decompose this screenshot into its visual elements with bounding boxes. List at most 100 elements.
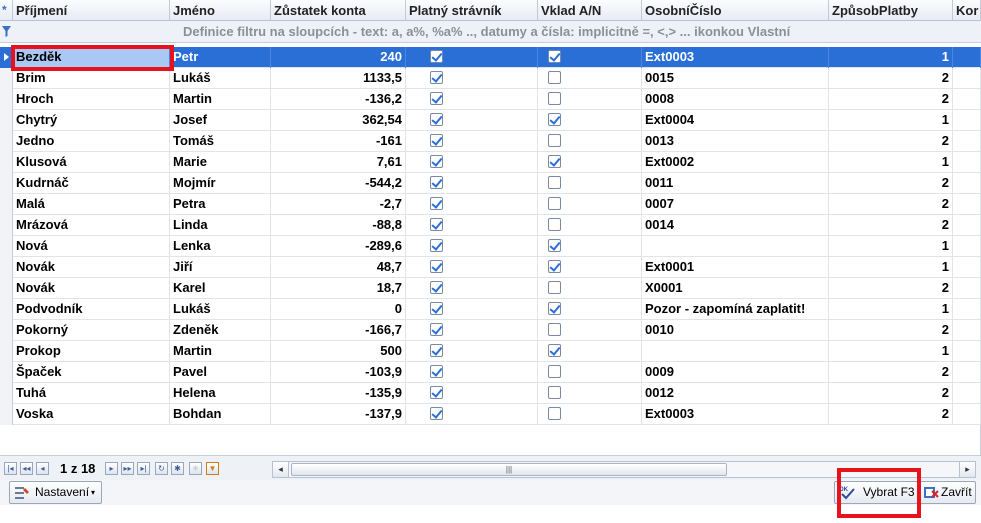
cell-platny-checkbox[interactable] <box>406 131 538 152</box>
cell-vklad-checkbox[interactable] <box>538 278 642 299</box>
cell-platny-checkbox[interactable] <box>406 173 538 194</box>
cell-prijmeni[interactable]: Voska <box>13 404 170 425</box>
checkbox[interactable] <box>430 260 443 273</box>
cell-vklad-checkbox[interactable] <box>538 215 642 236</box>
refresh-icon[interactable]: ↻ <box>155 462 168 475</box>
checkbox[interactable] <box>548 260 561 273</box>
new-record-icon[interactable]: ✱ <box>171 462 184 475</box>
cell-zpusob[interactable]: 2 <box>829 362 953 383</box>
cell-kor[interactable] <box>953 131 981 152</box>
settings-button[interactable]: Nastavení ▾ <box>9 481 102 504</box>
last-page-button[interactable]: ▸| <box>137 462 150 475</box>
cell-zpusob[interactable]: 1 <box>829 299 953 320</box>
table-row[interactable]: Bezděk Petr 240 Ext0003 1 <box>0 47 981 68</box>
filter-row[interactable]: Definice filtru na sloupcích - text: a, … <box>0 21 981 43</box>
cell-vklad-checkbox[interactable] <box>538 362 642 383</box>
table-row[interactable]: Brim Lukáš 1133,5 0015 2 <box>0 68 981 89</box>
cell-jmeno[interactable]: Josef <box>170 110 271 131</box>
cell-cislo[interactable]: 0008 <box>642 89 829 110</box>
cell-zpusob[interactable]: 2 <box>829 278 953 299</box>
checkbox[interactable] <box>430 176 443 189</box>
cell-zustatek[interactable]: -166,7 <box>271 320 406 341</box>
row-add-icon[interactable]: * <box>0 0 13 21</box>
cell-cislo[interactable] <box>642 236 829 257</box>
cell-prijmeni[interactable]: Kudrnáč <box>13 173 170 194</box>
table-row[interactable]: Špaček Pavel -103,9 0009 2 <box>0 362 981 383</box>
table-row[interactable]: Tuhá Helena -135,9 0012 2 <box>0 383 981 404</box>
cell-zustatek[interactable]: 7,61 <box>271 152 406 173</box>
cell-platny-checkbox[interactable] <box>406 236 538 257</box>
checkbox[interactable] <box>548 92 561 105</box>
cell-prijmeni[interactable]: Podvodník <box>13 299 170 320</box>
row-indicator[interactable] <box>0 110 13 131</box>
cell-kor[interactable] <box>953 68 981 89</box>
cell-jmeno[interactable]: Pavel <box>170 362 271 383</box>
cell-jmeno[interactable]: Linda <box>170 215 271 236</box>
cell-vklad-checkbox[interactable] <box>538 173 642 194</box>
cell-zustatek[interactable]: -289,6 <box>271 236 406 257</box>
cell-kor[interactable] <box>953 278 981 299</box>
checkbox[interactable] <box>548 344 561 357</box>
cell-prijmeni[interactable]: Hroch <box>13 89 170 110</box>
cell-kor[interactable] <box>953 320 981 341</box>
cell-vklad-checkbox[interactable] <box>538 320 642 341</box>
checkbox[interactable] <box>548 197 561 210</box>
cell-prijmeni[interactable]: Bezděk <box>13 47 170 68</box>
checkbox[interactable] <box>548 155 561 168</box>
table-row[interactable]: Prokop Martin 500 1 <box>0 341 981 362</box>
cell-zustatek[interactable]: -2,7 <box>271 194 406 215</box>
cell-vklad-checkbox[interactable] <box>538 299 642 320</box>
table-row[interactable]: Hroch Martin -136,2 0008 2 <box>0 89 981 110</box>
cell-cislo[interactable] <box>642 341 829 362</box>
cell-prijmeni[interactable]: Prokop <box>13 341 170 362</box>
cell-jmeno[interactable]: Lenka <box>170 236 271 257</box>
table-row[interactable]: Malá Petra -2,7 0007 2 <box>0 194 981 215</box>
cell-vklad-checkbox[interactable] <box>538 404 642 425</box>
cell-platny-checkbox[interactable] <box>406 341 538 362</box>
row-indicator[interactable] <box>0 215 13 236</box>
row-indicator[interactable] <box>0 362 13 383</box>
cell-platny-checkbox[interactable] <box>406 299 538 320</box>
table-row[interactable]: Jedno Tomáš -161 0013 2 <box>0 131 981 152</box>
first-page-button[interactable]: |◂ <box>4 462 17 475</box>
cell-cislo[interactable]: Ext0002 <box>642 152 829 173</box>
cell-prijmeni[interactable]: Malá <box>13 194 170 215</box>
cell-kor[interactable] <box>953 89 981 110</box>
prev-page-fast-button[interactable]: ◂◂ <box>20 462 33 475</box>
cell-zustatek[interactable]: 240 <box>271 47 406 68</box>
checkbox[interactable] <box>548 365 561 378</box>
cell-jmeno[interactable]: Tomáš <box>170 131 271 152</box>
row-indicator[interactable] <box>0 236 13 257</box>
cell-cislo[interactable]: Pozor - zapomíná zaplatit! <box>642 299 829 320</box>
cell-zustatek[interactable]: 48,7 <box>271 257 406 278</box>
scroll-left-button[interactable]: ◂ <box>273 462 289 477</box>
cell-zpusob[interactable]: 1 <box>829 257 953 278</box>
cell-zpusob[interactable]: 2 <box>829 194 953 215</box>
cell-zpusob[interactable]: 2 <box>829 320 953 341</box>
col-header-zustatek[interactable]: Zůstatek konta <box>271 0 406 21</box>
cell-zpusob[interactable]: 2 <box>829 215 953 236</box>
row-indicator[interactable] <box>0 173 13 194</box>
checkbox[interactable] <box>430 344 443 357</box>
cell-jmeno[interactable]: Zdeněk <box>170 320 271 341</box>
cell-cislo[interactable]: Ext0003 <box>642 404 829 425</box>
cell-zpusob[interactable]: 1 <box>829 110 953 131</box>
cell-kor[interactable] <box>953 257 981 278</box>
table-row[interactable]: Novák Jiří 48,7 Ext0001 1 <box>0 257 981 278</box>
checkbox[interactable] <box>430 218 443 231</box>
scroll-right-button[interactable]: ▸ <box>959 462 975 477</box>
cell-cislo[interactable]: 0010 <box>642 320 829 341</box>
checkbox[interactable] <box>430 134 443 147</box>
row-indicator[interactable] <box>0 383 13 404</box>
cell-zustatek[interactable]: 362,54 <box>271 110 406 131</box>
cell-cislo[interactable]: Ext0004 <box>642 110 829 131</box>
cell-zustatek[interactable]: 1133,5 <box>271 68 406 89</box>
cell-zpusob[interactable]: 1 <box>829 152 953 173</box>
cell-cislo[interactable]: 0014 <box>642 215 829 236</box>
checkbox[interactable] <box>430 323 443 336</box>
checkbox[interactable] <box>548 71 561 84</box>
cell-platny-checkbox[interactable] <box>406 110 538 131</box>
table-row[interactable]: Voska Bohdan -137,9 Ext0003 2 <box>0 404 981 425</box>
cell-cislo[interactable]: 0012 <box>642 383 829 404</box>
cell-cislo[interactable]: X0001 <box>642 278 829 299</box>
